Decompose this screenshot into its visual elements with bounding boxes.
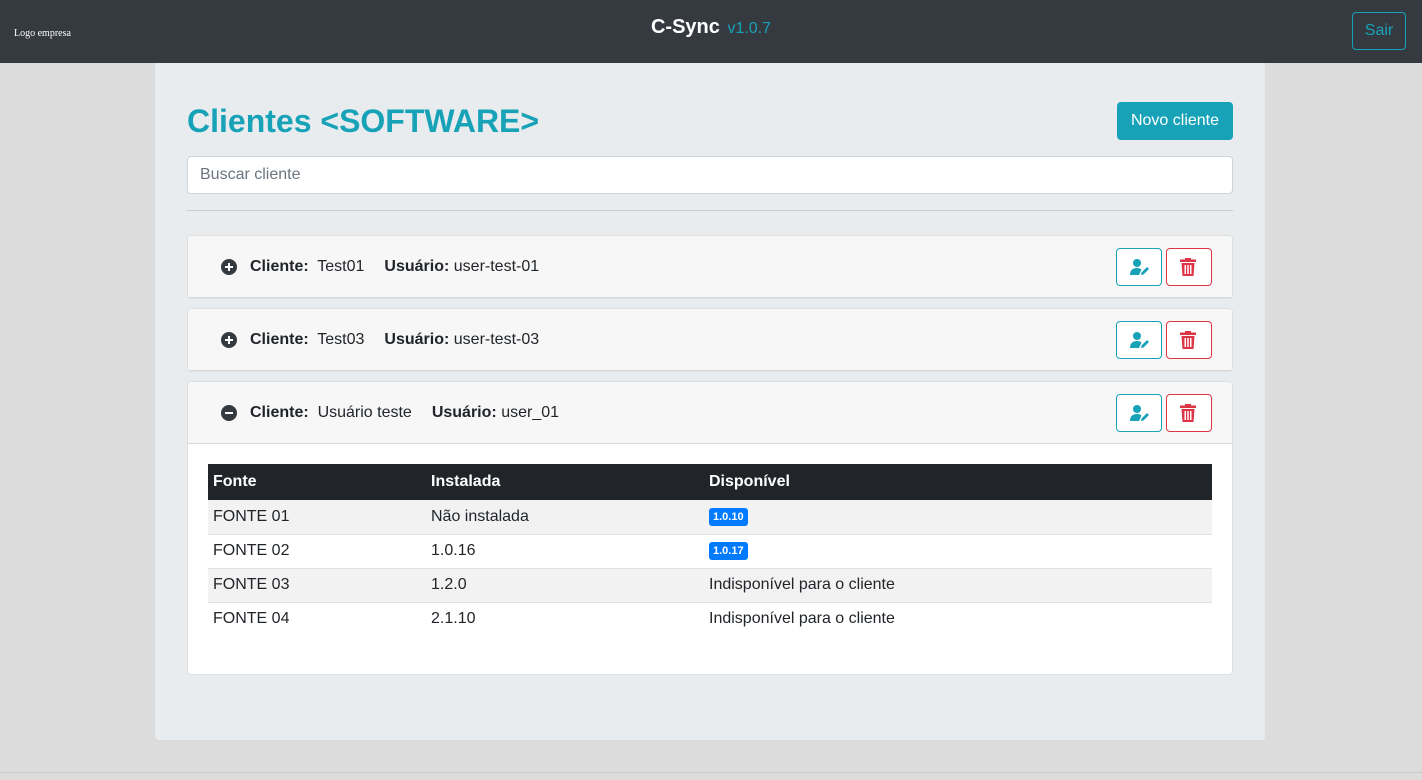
trash-icon xyxy=(1180,258,1196,276)
sources-table: Fonte Instalada Disponível FONTE 01 Não … xyxy=(208,464,1212,636)
version-badge: 1.0.17 xyxy=(709,541,748,560)
trash-icon xyxy=(1180,331,1196,349)
table-row: FONTE 03 1.2.0 Indisponível para o clien… xyxy=(208,567,1212,602)
client-card: Cliente: Test03 Usuário: user-test-03 xyxy=(187,308,1233,372)
table-row: FONTE 04 2.1.10 Indisponível para o clie… xyxy=(208,601,1212,636)
client-card-header[interactable]: Cliente: Test03 Usuário: user-test-03 xyxy=(188,309,1232,371)
user-label: Usuário: xyxy=(384,258,450,275)
cell-instalada: 2.1.10 xyxy=(426,601,704,636)
table-header-row: Fonte Instalada Disponível xyxy=(208,464,1212,500)
client-label: Cliente: xyxy=(250,258,309,275)
logout-button[interactable]: Sair xyxy=(1352,12,1406,50)
column-header-instalada: Instalada xyxy=(431,473,501,490)
column-header-fonte: Fonte xyxy=(213,473,257,490)
plus-circle-icon[interactable] xyxy=(221,332,237,348)
client-user: user-test-03 xyxy=(453,331,540,348)
minus-circle-icon[interactable] xyxy=(221,405,237,421)
column-header-disponivel: Disponível xyxy=(709,473,790,490)
edit-client-button[interactable] xyxy=(1116,248,1162,286)
cell-instalada: 1.2.0 xyxy=(426,567,704,602)
client-summary: Cliente: Test03 Usuário: user-test-03 xyxy=(250,331,539,349)
divider xyxy=(187,210,1233,211)
user-label: Usuário: xyxy=(431,404,497,421)
table-row: FONTE 01 Não instalada 1.0.10 xyxy=(208,500,1212,534)
plus-circle-icon[interactable] xyxy=(221,259,237,275)
app-name: C-Sync xyxy=(650,16,720,38)
cell-instalada: 1.0.16 xyxy=(426,533,704,568)
user-edit-icon xyxy=(1130,405,1149,421)
client-user: user-test-01 xyxy=(453,258,540,275)
user-label: Usuário: xyxy=(384,331,450,348)
client-card: Cliente: Test01 Usuário: user-test-01 xyxy=(187,235,1233,299)
client-name: Usuário teste xyxy=(317,404,412,421)
client-user: user_01 xyxy=(501,404,560,421)
cell-disponivel: Indisponível para o cliente xyxy=(704,567,1212,602)
cell-disponivel: Indisponível para o cliente xyxy=(704,601,1212,636)
search-input[interactable] xyxy=(187,156,1233,194)
client-card-header[interactable]: Cliente: Usuário teste Usuário: user_01 xyxy=(188,382,1232,444)
client-card-body: Fonte Instalada Disponível FONTE 01 Não … xyxy=(188,444,1232,674)
cell-fonte: FONTE 01 xyxy=(213,507,290,525)
app-version: v1.0.7 xyxy=(727,20,772,37)
main-panel: Clientes <SOFTWARE> Novo cliente Cliente… xyxy=(155,63,1265,740)
client-summary: Cliente: Usuário teste Usuário: user_01 xyxy=(250,404,559,422)
navbar: Logo empresa C-Sync v1.0.7 Sair xyxy=(0,0,1422,63)
delete-client-button[interactable] xyxy=(1166,394,1212,432)
client-name: Test01 xyxy=(317,258,365,275)
cell-fonte: FONTE 04 xyxy=(208,601,426,636)
client-card: Cliente: Usuário teste Usuário: user_01 xyxy=(187,381,1233,675)
client-name: Test03 xyxy=(317,331,365,348)
client-label: Cliente: xyxy=(250,404,309,421)
app-brand: C-Sync v1.0.7 xyxy=(0,16,1422,39)
delete-client-button[interactable] xyxy=(1166,248,1212,286)
trash-icon xyxy=(1180,404,1196,422)
edit-client-button[interactable] xyxy=(1116,394,1162,432)
client-summary: Cliente: Test01 Usuário: user-test-01 xyxy=(250,258,539,276)
footer-divider xyxy=(0,772,1422,773)
table-row: FONTE 02 1.0.16 1.0.17 xyxy=(208,533,1212,568)
page-title: Clientes <SOFTWARE> xyxy=(187,103,540,139)
cell-instalada: Não instalada xyxy=(431,507,529,525)
user-edit-icon xyxy=(1130,332,1149,348)
client-card-header[interactable]: Cliente: Test01 Usuário: user-test-01 xyxy=(188,236,1232,298)
user-edit-icon xyxy=(1130,259,1149,275)
client-label: Cliente: xyxy=(250,331,309,348)
cell-disponivel: 1.0.17 xyxy=(704,533,1212,568)
cell-fonte: FONTE 02 xyxy=(208,533,426,568)
cell-disponivel: 1.0.10 xyxy=(704,500,1212,534)
edit-client-button[interactable] xyxy=(1116,321,1162,359)
version-badge: 1.0.10 xyxy=(709,507,748,526)
new-client-button[interactable]: Novo cliente xyxy=(1117,102,1233,140)
cell-fonte: FONTE 03 xyxy=(208,567,426,602)
delete-client-button[interactable] xyxy=(1166,321,1212,359)
